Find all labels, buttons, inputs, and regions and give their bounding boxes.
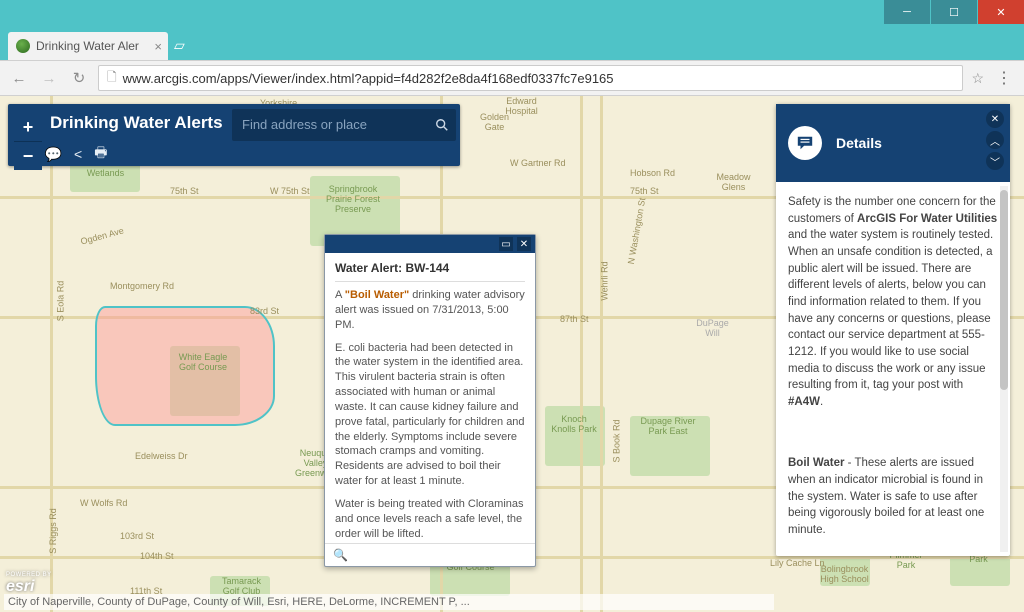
search-input[interactable] bbox=[232, 117, 428, 132]
browser-tab[interactable]: Drinking Water Aler × bbox=[8, 32, 168, 60]
map-attribution: City of Naperville, County of DuPage, Co… bbox=[4, 594, 774, 610]
search-button[interactable] bbox=[428, 109, 456, 141]
place-label: Bolingbrook High School bbox=[812, 564, 877, 584]
details-header: Details ✕ ︿ ﹀ bbox=[776, 104, 1010, 182]
zoom-to-icon[interactable]: 🔍 bbox=[333, 548, 348, 562]
globe-icon bbox=[16, 39, 30, 53]
back-button[interactable]: ← bbox=[8, 67, 30, 89]
map-viewport[interactable]: 75th St W 75th St 75th St Ogden Ave 83rd… bbox=[0, 96, 1024, 612]
window-title-bar: ─ ☐ ✕ bbox=[0, 0, 1024, 30]
tab-title: Drinking Water Aler bbox=[36, 39, 139, 53]
search-icon bbox=[435, 118, 449, 132]
place-label: Knoch Knolls Park bbox=[550, 414, 598, 434]
browser-tab-strip: Drinking Water Aler × ▱ bbox=[0, 30, 1024, 60]
details-bold: ArcGIS For Water Utilities bbox=[857, 213, 997, 225]
road-label: 104th St bbox=[140, 551, 174, 561]
road-label: S Book Rd bbox=[612, 419, 622, 462]
tab-close-button[interactable]: × bbox=[154, 39, 162, 54]
road-label: Montgomery Rd bbox=[110, 281, 174, 291]
reload-button[interactable]: ↻ bbox=[68, 67, 90, 89]
layers-button[interactable]: 💬 bbox=[45, 146, 62, 163]
place-label: Springbrook Prairie Forest Preserve bbox=[318, 184, 388, 214]
app-title: Drinking Water Alerts bbox=[38, 113, 223, 133]
details-title: Details bbox=[836, 135, 882, 151]
details-close-button[interactable]: ✕ bbox=[986, 110, 1004, 128]
new-tab-button[interactable]: ▱ bbox=[174, 37, 185, 60]
popup-title: Water Alert: BW-144 bbox=[335, 261, 525, 275]
road-label: W 75th St bbox=[270, 186, 310, 196]
road-label: N Washington St bbox=[626, 197, 648, 265]
print-button[interactable]: 🖶 bbox=[94, 142, 107, 166]
popup-lead-prefix: A bbox=[335, 289, 345, 301]
details-hashtag: #A4W bbox=[788, 396, 820, 408]
url-input[interactable]: 🗋 www.arcgis.com/apps/Viewer/index.html?… bbox=[98, 65, 963, 91]
details-panel: Details ✕ ︿ ﹀ Safety is the number one c… bbox=[776, 104, 1010, 556]
road-label: S Eola Rd bbox=[55, 281, 65, 322]
browser-menu-button[interactable]: ⋮ bbox=[992, 68, 1016, 88]
popup-paragraph: Water is being treated with Cloraminas a… bbox=[335, 497, 525, 542]
map-popup: ▭ ✕ Water Alert: BW-144 A "Boil Water" d… bbox=[324, 234, 536, 567]
road-label: Edelweiss Dr bbox=[135, 451, 188, 461]
zoom-out-button[interactable]: − bbox=[14, 142, 42, 170]
details-collapse-button[interactable]: ︿ bbox=[986, 131, 1004, 149]
window-minimize-button[interactable]: ─ bbox=[884, 0, 930, 24]
popup-alert-type: "Boil Water" bbox=[345, 289, 409, 301]
popup-close-button[interactable]: ✕ bbox=[517, 237, 531, 251]
page-icon: 🗋 bbox=[107, 68, 117, 89]
popup-lead: A "Boil Water" drinking water advisory a… bbox=[335, 288, 525, 333]
road-label: W Gartner Rd bbox=[510, 158, 566, 168]
details-expand-button[interactable]: ﹀ bbox=[986, 152, 1004, 170]
scrollbar-thumb[interactable] bbox=[1000, 190, 1008, 390]
place-label: Golden Gate bbox=[472, 112, 517, 132]
address-bar: ← → ↻ 🗋 www.arcgis.com/apps/Viewer/index… bbox=[0, 60, 1024, 96]
zoom-in-button[interactable]: + bbox=[14, 114, 42, 142]
popup-paragraph: E. coli bacteria had been detected in th… bbox=[335, 341, 525, 489]
details-paragraph: Boil Water - These alerts are issued whe… bbox=[788, 455, 998, 538]
road-label: W Wolfs Rd bbox=[80, 498, 127, 508]
place-label: White Eagle Golf Course bbox=[178, 352, 228, 372]
esri-text: esri bbox=[6, 578, 34, 595]
details-scrollbar[interactable] bbox=[1000, 186, 1008, 552]
popup-header: ▭ ✕ bbox=[325, 235, 535, 253]
chat-icon bbox=[796, 134, 814, 152]
road-label: Hobson Rd bbox=[630, 168, 675, 178]
details-body: Safety is the number one concern for the… bbox=[776, 182, 1010, 556]
road bbox=[580, 96, 583, 612]
popup-footer: 🔍 bbox=[325, 543, 535, 566]
place-label: Meadow Glens bbox=[706, 172, 761, 192]
details-text: and the water system is routinely tested… bbox=[788, 229, 993, 391]
bookmark-button[interactable]: ☆ bbox=[971, 70, 984, 87]
esri-logo: POWERED BY esri bbox=[6, 572, 52, 596]
road-label: 75th St bbox=[630, 186, 659, 196]
app-header: Drinking Water Alerts ☰ 💬 < 🖶 bbox=[8, 104, 460, 166]
popup-maximize-button[interactable]: ▭ bbox=[499, 237, 513, 251]
road-label: Wehrli Rd bbox=[600, 261, 610, 300]
place-label: Tamarack Golf Club bbox=[214, 576, 269, 596]
road-label: Ogden Ave bbox=[79, 225, 124, 246]
url-text: www.arcgis.com/apps/Viewer/index.html?ap… bbox=[123, 71, 614, 86]
road-label: 103rd St bbox=[120, 531, 154, 541]
details-paragraph: Safety is the number one concern for the… bbox=[788, 194, 998, 411]
details-icon bbox=[788, 126, 822, 160]
zoom-controls: + − bbox=[14, 114, 42, 170]
road-label: 87th St bbox=[560, 314, 589, 324]
road-label: 75th St bbox=[170, 186, 199, 196]
road-label: S Riggs Rd bbox=[48, 508, 58, 554]
forward-button[interactable]: → bbox=[38, 67, 60, 89]
share-button[interactable]: < bbox=[74, 146, 82, 162]
details-bold: Boil Water bbox=[788, 457, 844, 469]
window-close-button[interactable]: ✕ bbox=[978, 0, 1024, 24]
road bbox=[600, 96, 603, 612]
place-label: Dupage River Park East bbox=[638, 416, 698, 436]
search-box bbox=[232, 109, 456, 141]
place-label: DuPage Will bbox=[690, 318, 735, 338]
road-label: 83rd St bbox=[250, 306, 279, 316]
window-maximize-button[interactable]: ☐ bbox=[931, 0, 977, 24]
details-text: . bbox=[820, 396, 823, 408]
